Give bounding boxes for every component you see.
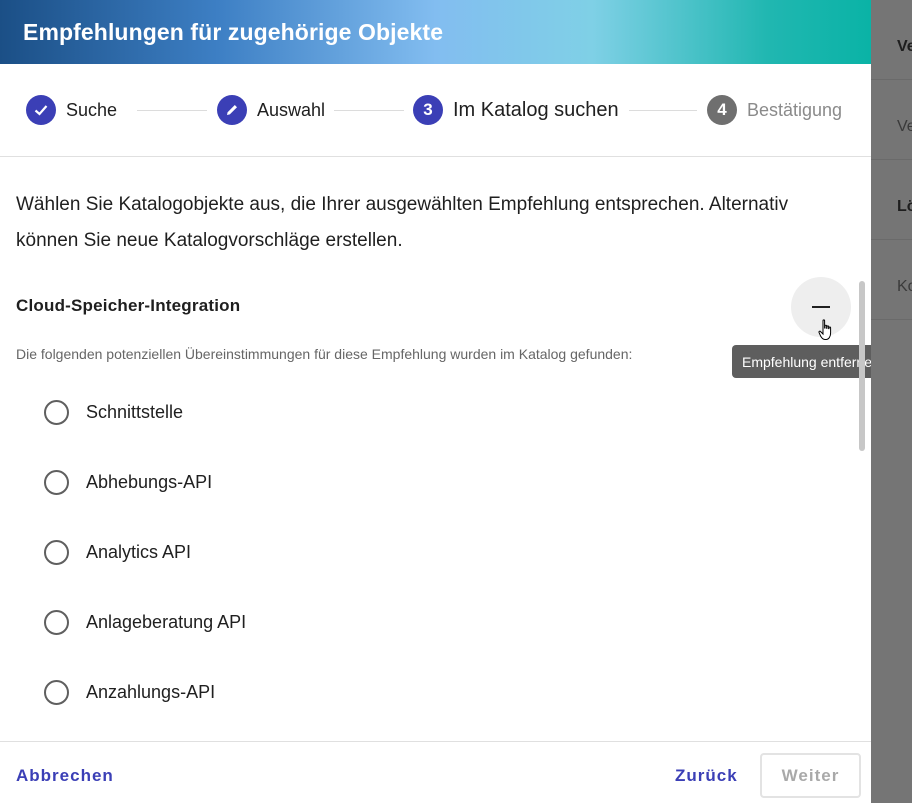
recommendation-title: Cloud-Speicher-Integration <box>16 296 241 315</box>
intro-text: Wählen Sie Katalogobjekte aus, die Ihrer… <box>16 194 789 251</box>
step-search[interactable]: Suche <box>26 94 117 126</box>
match-options: Schnittstelle Abhebungs-API Analytics AP… <box>44 377 246 727</box>
background-row-text: Ko <box>897 278 912 295</box>
dialog-title: Empfehlungen für zugehörige Objekte <box>23 18 444 45</box>
step-number: 3 <box>413 95 443 125</box>
step-number: 4 <box>707 95 737 125</box>
back-button[interactable]: Zurück <box>675 766 738 786</box>
dialog-footer: Abbrechen Zurück Weiter <box>0 741 871 803</box>
step-label: Suche <box>66 99 118 120</box>
cancel-button[interactable]: Abbrechen <box>16 766 114 786</box>
radio-button[interactable] <box>44 609 69 635</box>
option-label: Anzahlungs-API <box>86 681 216 702</box>
hand-cursor-icon <box>818 319 832 340</box>
step-connector <box>137 110 207 111</box>
step-label: Bestätigung <box>747 99 843 120</box>
list-item[interactable]: Anzahlungs-API <box>44 657 246 727</box>
radio-button[interactable] <box>44 399 69 425</box>
next-button[interactable]: Weiter <box>760 753 861 798</box>
background-row-text: Ve <box>897 38 912 55</box>
list-item[interactable]: Analytics API <box>44 517 246 587</box>
list-item[interactable]: Abhebungs-API <box>44 447 246 517</box>
stepper: Suche Auswahl 3 Im Katalog suchen 4 Best… <box>0 64 871 157</box>
recommendations-dialog: Empfehlungen für zugehörige Objekte Such… <box>0 0 871 803</box>
option-label: Analytics API <box>86 541 192 562</box>
background-row: Ve <box>871 0 912 80</box>
minus-icon <box>812 306 830 308</box>
radio-button[interactable] <box>44 539 69 565</box>
list-item[interactable]: Schnittstelle <box>44 377 246 447</box>
background-row-text: Ve <box>897 118 912 135</box>
radio-button[interactable] <box>44 679 69 705</box>
dialog-header: Empfehlungen für zugehörige Objekte <box>0 0 871 64</box>
step-connector <box>629 110 697 111</box>
background-row: Ko <box>871 240 912 320</box>
background-page: Ve Ve Lö Ko <box>871 0 912 803</box>
option-label: Anlageberatung API <box>86 611 247 632</box>
background-row-text: Lö <box>897 198 912 215</box>
background-row: Ve <box>871 80 912 160</box>
step-selection[interactable]: Auswahl <box>217 94 325 126</box>
remove-recommendation-tooltip: Empfehlung entfernen <box>732 345 871 378</box>
dialog-content: Wählen Sie Katalogobjekte aus, die Ihrer… <box>0 157 871 742</box>
step-label: Im Katalog suchen <box>453 98 619 121</box>
scrollbar-thumb[interactable] <box>859 281 865 451</box>
pencil-icon <box>217 95 247 125</box>
step-connector <box>334 110 404 111</box>
list-item[interactable]: Anlageberatung API <box>44 587 246 657</box>
option-label: Schnittstelle <box>86 401 184 422</box>
matches-hint: Die folgenden potenziellen Übereinstimmu… <box>16 346 633 362</box>
check-icon <box>26 95 56 125</box>
radio-button[interactable] <box>44 469 69 495</box>
step-label: Auswahl <box>257 99 326 120</box>
step-catalog-search[interactable]: 3 Im Katalog suchen <box>413 94 619 126</box>
step-confirmation: 4 Bestätigung <box>707 94 842 126</box>
option-label: Abhebungs-API <box>86 471 213 492</box>
background-row: Lö <box>871 160 912 240</box>
